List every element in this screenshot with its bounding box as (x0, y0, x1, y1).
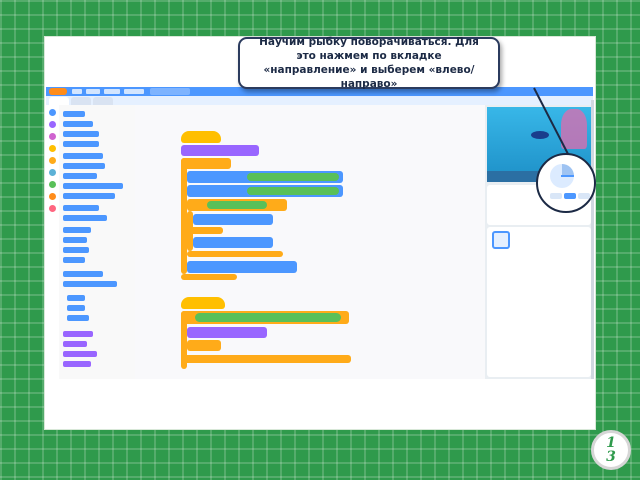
coral-decoration (561, 109, 587, 149)
scratch-editor-screenshot (46, 87, 593, 379)
palette-block[interactable] (63, 141, 99, 147)
palette-block[interactable] (63, 153, 103, 159)
page-number-badge: 1 3 (591, 430, 631, 470)
direction-dial-icon[interactable] (550, 164, 574, 188)
palette-block[interactable] (63, 247, 89, 253)
palette-block[interactable] (63, 163, 105, 169)
palette-block[interactable] (63, 193, 115, 199)
operator-reporter[interactable] (247, 173, 339, 181)
if-end (181, 355, 351, 363)
category-sound[interactable] (49, 133, 56, 140)
forever-block[interactable] (181, 158, 231, 169)
dont-rotate-button[interactable] (578, 193, 590, 199)
left-right-button[interactable] (564, 193, 576, 199)
dial-hand (561, 175, 574, 177)
else-label (187, 227, 223, 234)
category-my-blocks[interactable] (49, 205, 56, 212)
editor-tabs (46, 96, 593, 105)
callout-text: Научим рыбку поворачиваться. Для это наж… (259, 36, 479, 90)
palette-block[interactable] (63, 215, 107, 221)
motion-block[interactable] (187, 261, 297, 273)
point-direction-block[interactable] (193, 237, 273, 248)
when-flag-clicked-block[interactable] (181, 131, 221, 143)
file-menu[interactable] (86, 89, 100, 94)
category-motion[interactable] (49, 109, 56, 116)
page-number-bottom: 3 (606, 449, 616, 465)
code-workspace[interactable] (135, 105, 485, 379)
palette-block[interactable] (63, 173, 97, 179)
magnifier-circle (536, 153, 596, 213)
if-else-end (187, 251, 283, 257)
palette-reporter[interactable] (67, 305, 85, 311)
wait-block[interactable] (187, 340, 221, 351)
condition-reporter[interactable] (195, 313, 341, 322)
looks-block[interactable] (187, 327, 267, 338)
palette-block[interactable] (63, 111, 85, 117)
all-around-button[interactable] (550, 193, 562, 199)
palette-block[interactable] (63, 121, 93, 127)
condition-reporter[interactable] (207, 201, 267, 209)
palette-block[interactable] (63, 183, 123, 189)
category-events[interactable] (49, 145, 56, 152)
edit-menu[interactable] (104, 89, 120, 94)
category-looks[interactable] (49, 121, 56, 128)
category-control[interactable] (49, 157, 56, 164)
palette-block[interactable] (63, 351, 97, 357)
tab-code[interactable] (49, 97, 69, 105)
palette-reporter[interactable] (67, 295, 85, 301)
page-number-top: 1 (606, 435, 616, 451)
category-sensing[interactable] (49, 169, 56, 176)
tab-sounds[interactable] (93, 97, 113, 105)
category-operators[interactable] (49, 181, 56, 188)
palette-reporter[interactable] (67, 315, 89, 321)
palette-block[interactable] (63, 281, 117, 287)
point-direction-block[interactable] (193, 214, 273, 225)
palette-block[interactable] (63, 341, 87, 347)
operator-reporter[interactable] (247, 187, 339, 195)
palette-block[interactable] (63, 205, 99, 211)
tab-costumes[interactable] (71, 97, 91, 105)
palette-block[interactable] (63, 227, 91, 233)
block-categories (46, 105, 60, 379)
category-variables[interactable] (49, 193, 56, 200)
block-palette (59, 105, 136, 379)
sprite-list-panel (487, 227, 591, 377)
palette-block[interactable] (63, 237, 87, 243)
palette-block[interactable] (63, 271, 103, 277)
palette-block[interactable] (63, 131, 99, 137)
scratch-logo[interactable] (49, 88, 67, 95)
forever-end (181, 274, 237, 280)
palette-block[interactable] (63, 257, 85, 263)
palette-block[interactable] (63, 361, 91, 367)
instruction-callout: Научим рыбку поворачиваться. Для это наж… (238, 36, 500, 90)
sprite-thumbnail[interactable] (492, 231, 510, 249)
globe-icon[interactable] (72, 89, 82, 94)
stage-scroll-strip (591, 100, 594, 379)
project-title-field[interactable] (150, 88, 190, 95)
looks-block[interactable] (181, 145, 259, 156)
tutorials-menu[interactable] (124, 89, 144, 94)
palette-block[interactable] (63, 331, 93, 337)
when-flag-clicked-block[interactable] (181, 297, 225, 309)
fish-icon[interactable] (531, 131, 549, 139)
stage-column (485, 105, 593, 379)
